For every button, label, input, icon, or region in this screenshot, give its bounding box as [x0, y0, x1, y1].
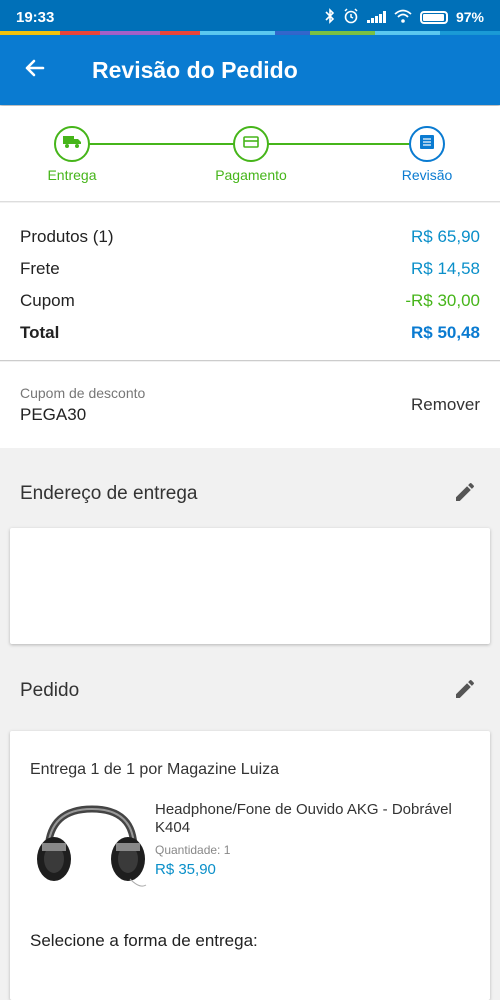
edit-order-button[interactable] — [450, 676, 480, 706]
status-bar: 19:33 97% — [0, 0, 500, 34]
bluetooth-icon — [325, 7, 335, 27]
step-entrega: Entrega — [17, 126, 127, 183]
step-label: Entrega — [47, 167, 97, 183]
step-label: Revisão — [401, 167, 453, 183]
summary-value: R$ 50,48 — [411, 323, 480, 342]
credit-card-icon — [243, 135, 259, 153]
coupon-info: Cupom de desconto PEGA30 — [20, 385, 411, 425]
step-label: Pagamento — [215, 167, 287, 183]
step-pagamento: Pagamento — [196, 126, 306, 183]
signal-icon — [366, 11, 386, 23]
pencil-icon — [453, 677, 477, 706]
summary-coupon-row: Cupom -R$ 30,00 — [20, 285, 480, 317]
summary-label: Total — [20, 323, 60, 342]
arrow-left-icon — [23, 56, 47, 85]
delivery-title: Entrega 1 de 1 por Magazine Luiza — [30, 761, 280, 778]
battery-icon — [419, 10, 448, 24]
status-icons: 97% — [325, 7, 484, 27]
product-image — [30, 801, 148, 891]
truck-icon — [63, 135, 81, 154]
summary-products-row: Produtos (1) R$ 65,90 — [20, 221, 480, 253]
summary-value: R$ 65,90 — [411, 227, 480, 246]
wifi-icon — [394, 9, 412, 26]
summary-value: -R$ 30,00 — [405, 291, 480, 310]
order-section-header: Pedido — [0, 656, 500, 726]
summary-label: Frete — [20, 259, 60, 278]
battery-percent: 97% — [455, 9, 484, 25]
page-title: Revisão do Pedido — [92, 56, 298, 83]
shipping-method-prompt: Selecione a forma de entrega: — [30, 931, 258, 950]
pencil-icon — [453, 480, 477, 509]
product-item: Headphone/Fone de Ouvido AKG - Dobrável … — [30, 801, 470, 891]
quantity-label: Quantidade: — [155, 843, 221, 857]
step-circle — [233, 126, 269, 162]
product-info: Headphone/Fone de Ouvido AKG - Dobrável … — [155, 801, 470, 891]
order-summary: Produtos (1) R$ 65,90 Frete R$ 14,58 Cup… — [0, 203, 500, 361]
alarm-icon — [343, 7, 359, 27]
summary-value: R$ 14,58 — [411, 259, 480, 278]
edit-address-button[interactable] — [450, 479, 480, 509]
order-card: Entrega 1 de 1 por Magazine Luiza Headph… — [10, 731, 490, 1000]
list-icon — [419, 134, 435, 155]
section-title: Pedido — [20, 680, 80, 701]
coupon-caption: Cupom de desconto — [20, 385, 146, 401]
step-revisao: Revisão — [372, 126, 482, 183]
quantity-value: 1 — [223, 843, 231, 857]
product-quantity: Quantidade: 1 — [155, 843, 470, 857]
section-title: Endereço de entrega — [20, 483, 198, 504]
step-circle — [409, 126, 445, 162]
summary-label: Cupom — [20, 291, 75, 310]
summary-label: Produtos (1) — [20, 227, 114, 246]
back-button[interactable] — [0, 35, 70, 105]
app-bar: Revisão do Pedido — [0, 35, 500, 105]
checkout-stepper: Entrega Pagamento Revisão — [0, 106, 500, 202]
coupon-code: PEGA30 — [20, 405, 87, 424]
product-price: R$ 35,90 — [155, 861, 216, 878]
coupon-section: Cupom de desconto PEGA30 Remover — [0, 362, 500, 448]
step-circle — [54, 126, 90, 162]
address-card[interactable] — [10, 528, 490, 644]
summary-shipping-row: Frete R$ 14,58 — [20, 253, 480, 285]
status-time: 19:33 — [16, 8, 55, 26]
address-section-header: Endereço de entrega — [0, 459, 500, 529]
remove-coupon-button[interactable]: Remover — [411, 395, 480, 415]
product-name: Headphone/Fone de Ouvido AKG - Dobrável … — [155, 801, 452, 836]
summary-total-row: Total R$ 50,48 — [20, 317, 480, 349]
